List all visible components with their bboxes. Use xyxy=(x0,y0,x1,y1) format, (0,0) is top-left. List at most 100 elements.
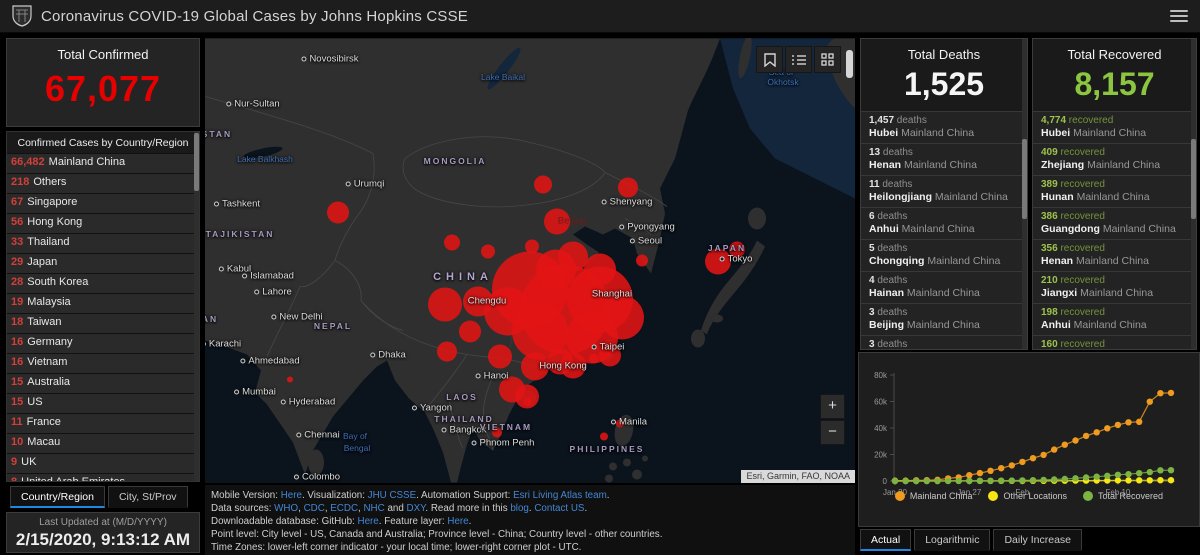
menu-icon[interactable] xyxy=(1170,10,1188,22)
legend-item[interactable]: Total Recovered xyxy=(1083,491,1163,501)
case-bubble[interactable] xyxy=(618,177,638,198)
footer-line: Mobile Version: Here. Visualization: JHU… xyxy=(211,490,610,501)
case-bubble[interactable] xyxy=(444,234,460,251)
case-bubble[interactable] xyxy=(459,320,481,343)
stat-row[interactable]: 160 recoveredJiangsu Mainland China xyxy=(1033,335,1196,349)
footer-link[interactable]: CDC xyxy=(304,503,325,514)
footer-link[interactable]: blog xyxy=(510,503,529,514)
country-row[interactable]: 56 Hong Kong xyxy=(7,213,199,233)
case-bubble[interactable] xyxy=(428,287,462,322)
country-row[interactable]: 19 Malaysia xyxy=(7,293,199,313)
country-row[interactable]: 8 United Arab Emirates xyxy=(7,473,199,481)
footer-link[interactable]: Esri Living Atlas team xyxy=(513,490,607,501)
timeline-chart[interactable]: 020k40k60k80kJan 20Jan 27FebFeb 10 xyxy=(859,353,1199,503)
case-bubble[interactable] xyxy=(636,254,648,267)
stat-row[interactable]: 409 recovered Zhejiang Mainland China xyxy=(1033,143,1196,175)
case-bubble[interactable] xyxy=(524,397,532,406)
basemap-grid-icon[interactable] xyxy=(814,46,841,73)
stat-row[interactable]: 5 deaths Chongqing Mainland China xyxy=(861,239,1027,271)
case-bubble[interactable] xyxy=(287,376,293,383)
footer-link[interactable]: Contact US xyxy=(534,503,584,514)
stat-row[interactable]: 3 deathsHebei Mainland China xyxy=(861,335,1027,349)
stat-row[interactable]: 1,457 deaths Hubei Mainland China xyxy=(861,111,1027,143)
tab-country-region[interactable]: Country/Region xyxy=(10,486,105,508)
country-row[interactable]: 15 US xyxy=(7,393,199,413)
legend-item[interactable]: Mainland China xyxy=(894,491,972,501)
country-row[interactable]: 16 Germany xyxy=(7,333,199,353)
footer-line: Time Zones: lower-left corner indicator … xyxy=(211,542,582,553)
case-bubble[interactable] xyxy=(488,344,512,369)
country-row[interactable]: 9 UK xyxy=(7,453,199,473)
footer-line: Downloadable database: GitHub: Here. Fea… xyxy=(211,516,472,527)
country-count: 218 xyxy=(11,176,30,188)
stat-row[interactable]: 6 deaths Anhui Mainland China xyxy=(861,207,1027,239)
footer-link[interactable]: WHO xyxy=(274,503,298,514)
stat-row[interactable]: 210 recovered Jiangxi Mainland China xyxy=(1033,271,1196,303)
country-row[interactable]: 16 Vietnam xyxy=(7,353,199,373)
case-bubble[interactable] xyxy=(544,208,570,235)
footer-link[interactable]: JHU CSSE xyxy=(368,490,416,501)
stat-row[interactable]: 13 deaths Henan Mainland China xyxy=(861,143,1027,175)
case-bubble[interactable] xyxy=(481,244,495,259)
tab-city-st-prov[interactable]: City, St/Prov xyxy=(107,486,188,508)
zoom-out-button[interactable]: − xyxy=(820,420,845,445)
case-bubble[interactable] xyxy=(492,427,502,438)
country-name: Japan xyxy=(27,256,58,268)
map[interactable]: NovosibirskNur-SultanKAZAKHSTANMONGOLIAU… xyxy=(205,38,855,483)
case-bubble[interactable] xyxy=(536,249,576,290)
country-row[interactable]: 11 France xyxy=(7,413,199,433)
stat-row[interactable]: 3 deaths Beijing Mainland China xyxy=(861,303,1027,335)
country-row[interactable]: 18 Taiwan xyxy=(7,313,199,333)
case-bubble[interactable] xyxy=(599,344,621,367)
case-bubble[interactable] xyxy=(521,352,549,381)
stat-row[interactable]: 4 deaths Hainan Mainland China xyxy=(861,271,1027,303)
legend-list-icon[interactable] xyxy=(785,46,812,73)
stat-row[interactable]: 11 deaths Heilongjiang Mainland China xyxy=(861,175,1027,207)
case-bubble[interactable] xyxy=(534,175,552,194)
footer-link[interactable]: DXY xyxy=(407,503,426,514)
footer-line: Data sources: WHO, CDC, ECDC, NHC and DX… xyxy=(211,503,588,514)
country-count: 16 xyxy=(11,336,24,348)
footer-link[interactable]: Here xyxy=(447,516,468,527)
footer-link[interactable]: Here xyxy=(358,516,379,527)
country-row[interactable]: 33 Thailand xyxy=(7,233,199,253)
zoom-in-button[interactable]: + xyxy=(820,394,845,419)
country-row[interactable]: 29 Japan xyxy=(7,253,199,273)
case-bubble[interactable] xyxy=(600,295,644,340)
country-row[interactable]: 15 Australia xyxy=(7,373,199,393)
bookmark-icon[interactable] xyxy=(756,46,783,73)
case-bubble[interactable] xyxy=(589,353,599,364)
case-bubble[interactable] xyxy=(463,286,493,317)
country-list-scrollbar[interactable] xyxy=(194,132,199,481)
panel-drag-handle[interactable] xyxy=(846,50,853,78)
recovered-scrollbar[interactable] xyxy=(1191,39,1196,349)
legend-item[interactable]: Other Locations xyxy=(988,491,1067,501)
case-bubble[interactable] xyxy=(525,239,539,254)
stat-row[interactable]: 4,774 recovered Hubei Mainland China xyxy=(1033,111,1196,143)
footer-link[interactable]: Here xyxy=(281,490,302,501)
case-bubble[interactable] xyxy=(600,432,608,441)
case-bubble[interactable] xyxy=(729,241,745,258)
case-bubble[interactable] xyxy=(547,348,573,375)
case-bubble[interactable] xyxy=(616,419,624,428)
stat-row[interactable]: 389 recovered Hunan Mainland China xyxy=(1033,175,1196,207)
country-row[interactable]: 67 Singapore xyxy=(7,193,199,213)
case-bubble[interactable] xyxy=(327,201,349,224)
case-bubble[interactable] xyxy=(437,341,457,362)
stat-row[interactable]: 356 recovered Henan Mainland China xyxy=(1033,239,1196,271)
country-row[interactable]: 218 Others xyxy=(7,173,199,193)
country-count: 29 xyxy=(11,256,24,268)
case-bubble[interactable] xyxy=(584,253,616,286)
tab-daily-increase[interactable]: Daily Increase xyxy=(993,529,1082,551)
stat-row[interactable]: 198 recovered Anhui Mainland China xyxy=(1033,303,1196,335)
country-row[interactable]: 10 Macau xyxy=(7,433,199,453)
footer-link[interactable]: ECDC xyxy=(330,503,358,514)
deaths-scrollbar[interactable] xyxy=(1022,39,1027,349)
stat-row[interactable]: 386 recovered Guangdong Mainland China xyxy=(1033,207,1196,239)
country-row[interactable]: 66,482 Mainland China xyxy=(7,153,199,173)
tab-actual[interactable]: Actual xyxy=(860,529,912,551)
tab-logarithmic[interactable]: Logarithmic xyxy=(914,529,991,551)
case-bubble[interactable] xyxy=(705,248,731,275)
country-row[interactable]: 28 South Korea xyxy=(7,273,199,293)
footer-link[interactable]: NHC xyxy=(363,503,384,514)
